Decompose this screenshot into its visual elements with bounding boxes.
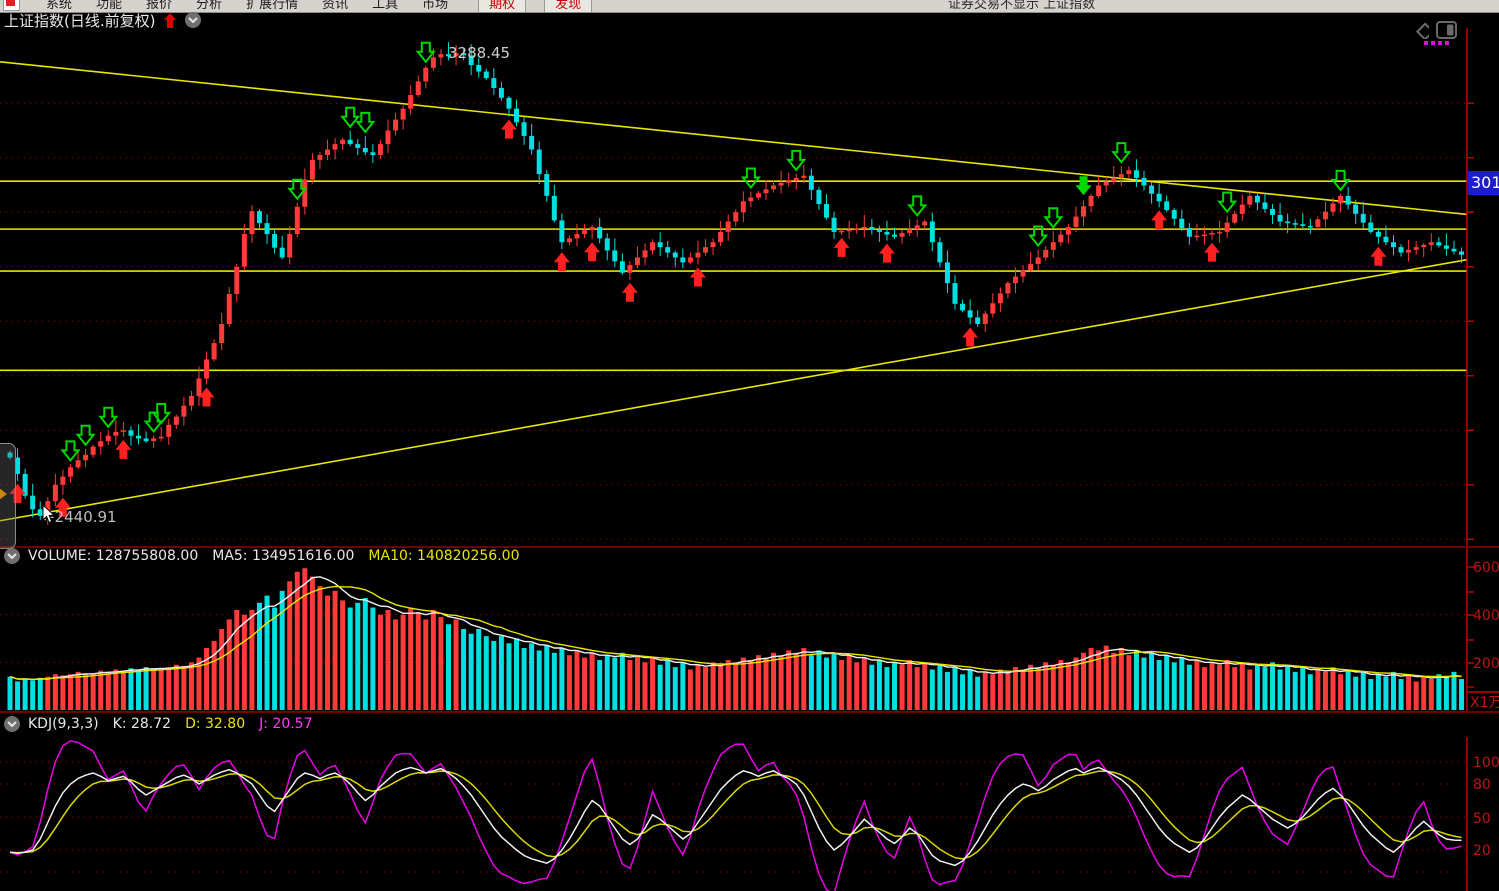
panel-layout-icon[interactable] xyxy=(1436,21,1457,39)
svg-text:50: 50 xyxy=(1473,811,1491,827)
svg-text:200: 200 xyxy=(1473,656,1499,672)
volume-value: VOLUME: 128755808.00 xyxy=(28,548,198,564)
chart-corner-tools xyxy=(1410,20,1457,39)
kdj-chart[interactable]: 100 80 50 20 xyxy=(0,712,1499,891)
chart-titlebar: 上证指数(日线.前复权) xyxy=(0,12,1499,28)
volume-header: VOLUME: 128755808.00 MA5: 134951616.00 M… xyxy=(0,546,533,565)
peak-price-label: 3288.45 xyxy=(448,44,510,62)
svg-text:100: 100 xyxy=(1473,755,1499,771)
kdj-collapse-icon[interactable] xyxy=(4,716,20,732)
svg-text:600: 600 xyxy=(1473,560,1499,576)
trading-terminal: { "menubar": { "items": ["系统","功能","报价",… xyxy=(0,0,1499,891)
toolbox-drawer-handle[interactable] xyxy=(0,443,16,549)
expand-dots-indicator[interactable] xyxy=(1424,41,1449,45)
kdj-header: KDJ(9,3,3) K: 28.72 D: 32.80 J: 20.57 xyxy=(0,714,326,733)
diamond-tool-icon[interactable] xyxy=(1410,20,1429,39)
volume-ma10: MA10: 140820256.00 xyxy=(368,548,519,564)
svg-text:20: 20 xyxy=(1473,843,1491,859)
menubar-status-text: 证券交易不显示 上证指数 xyxy=(948,0,1095,12)
kdj-j-value: J: 20.57 xyxy=(259,716,312,732)
current-price-badge: 3018 xyxy=(1468,171,1499,195)
drawer-arrow-icon xyxy=(0,488,7,500)
main-candlestick-chart[interactable] xyxy=(0,28,1499,547)
volume-collapse-icon[interactable] xyxy=(4,548,20,564)
svg-text:400: 400 xyxy=(1473,608,1499,624)
kdj-label: KDJ(9,3,3) xyxy=(28,716,99,732)
price-up-arrow-icon xyxy=(163,13,177,28)
kdj-d-value: D: 32.80 xyxy=(185,716,245,732)
pane-separator-2 xyxy=(0,711,1499,713)
svg-text:80: 80 xyxy=(1473,777,1491,793)
svg-text:X1万: X1万 xyxy=(1470,695,1499,711)
volume-chart[interactable]: 600 400 200 X1万 xyxy=(0,548,1499,711)
mouse-cursor xyxy=(42,505,56,529)
volume-ma5: MA5: 134951616.00 xyxy=(212,548,354,564)
kdj-k-value: K: 28.72 xyxy=(113,716,171,732)
collapse-chevron-icon[interactable] xyxy=(185,12,201,28)
